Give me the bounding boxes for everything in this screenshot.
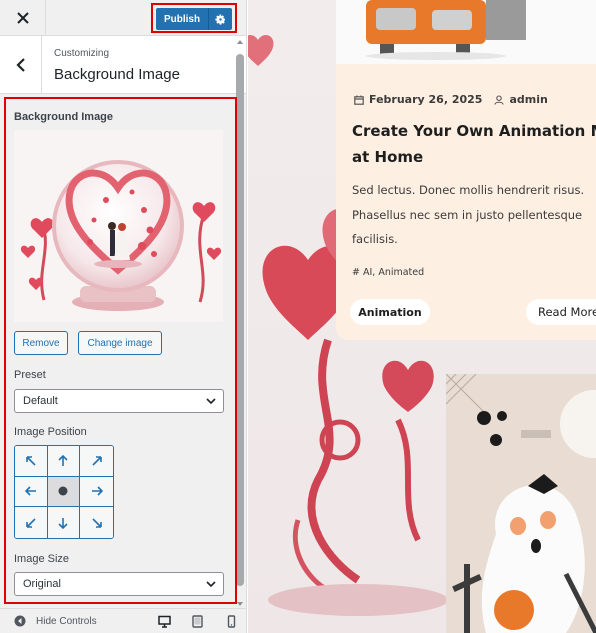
desktop-icon [157,615,171,628]
mobile-icon [227,614,235,628]
arrow-up-icon [58,454,69,466]
post-title-line1: Create Your Own Animation Mov [352,122,596,140]
ghost-image [446,374,596,633]
arrow-down-right-icon [92,518,102,528]
dot-icon [58,486,68,496]
tablet-icon [191,614,203,628]
hide-controls-label: Hide Controls [36,615,97,627]
position-bottom-left-button[interactable] [15,507,48,538]
preset-select[interactable]: Default [14,389,224,413]
hide-controls-button[interactable]: Hide Controls [14,613,97,629]
position-top-center-button[interactable] [47,446,81,477]
post-author[interactable]: admin [494,93,548,106]
customizer-footer: Hide Controls [0,608,246,633]
customizer-sidebar: Publish Customizing Background Image Bac… [0,0,247,633]
post-date[interactable]: February 26, 2025 [369,93,482,106]
post-category-pill[interactable]: Animation [350,299,430,325]
image-size-select-value: Original [23,578,61,590]
background-image-thumbnail [14,130,223,322]
scroll-up-arrow[interactable] [237,40,243,44]
post-title-line2: at Home [352,148,424,166]
image-position-grid [14,445,114,539]
halloween-post-thumbnail[interactable] [446,374,596,633]
site-preview: February 26, 2025 admin Create Your Own … [248,0,596,633]
arrow-right-icon [91,486,103,497]
preset-label: Preset [14,369,46,381]
position-center-right-button[interactable] [80,476,113,508]
device-tablet-button[interactable] [190,614,204,628]
position-bottom-right-button[interactable] [80,507,113,538]
sidebar-scrollbar[interactable] [236,40,244,608]
post-title[interactable]: Create Your Own Animation Mov at Home [352,118,596,170]
user-icon [494,94,504,105]
arrow-down-icon [58,517,69,529]
close-button[interactable] [0,0,46,36]
scroll-down-arrow[interactable] [237,602,243,606]
section-header: Customizing Background Image [0,36,246,94]
calendar-icon [354,95,364,105]
post-author-name: admin [509,93,548,106]
position-center-button[interactable] [47,476,81,508]
customizer-header: Publish [0,0,246,36]
read-more-button[interactable]: Read More [526,299,596,325]
post-excerpt: Sed lectus. Donec mollis hendrerit risus… [352,183,585,246]
valentine-globe-image [14,130,223,322]
device-desktop-button[interactable] [157,614,171,628]
arrow-left-icon [24,486,36,497]
image-size-label: Image Size [14,553,70,565]
collapse-arrow-icon [14,615,26,627]
publish-button[interactable]: Publish [156,8,208,30]
arrow-up-left-icon [26,456,36,466]
post-tags[interactable]: # AI, Animated [352,267,424,278]
close-icon [16,12,29,24]
chevron-down-icon [206,581,216,588]
robot-image [336,0,596,64]
publish-highlight: Publish [151,3,237,33]
preset-select-value: Default [23,395,58,407]
arrow-down-left-icon [26,518,36,528]
publish-settings-button[interactable] [208,8,232,30]
position-bottom-center-button[interactable] [47,507,81,538]
section-title: Background Image [54,66,180,83]
position-top-left-button[interactable] [15,446,48,477]
position-center-left-button[interactable] [15,476,48,508]
chevron-left-icon [15,58,25,72]
change-image-button[interactable]: Change image [78,331,162,355]
chevron-down-icon [206,398,216,405]
post-meta: February 26, 2025 admin [354,93,548,106]
customizing-label: Customizing [54,48,110,59]
image-position-label: Image Position [14,426,87,438]
position-top-right-button[interactable] [80,446,113,477]
device-mobile-button[interactable] [224,614,238,628]
remove-image-button[interactable]: Remove [14,331,68,355]
background-image-label: Background Image [14,111,114,123]
post-thumbnail[interactable] [336,0,596,64]
image-size-select[interactable]: Original [14,572,224,596]
gear-icon [215,14,225,25]
post-card: February 26, 2025 admin Create Your Own … [336,0,596,340]
back-button[interactable] [0,36,42,94]
scroll-thumb[interactable] [236,54,244,586]
arrow-up-right-icon [92,456,102,466]
